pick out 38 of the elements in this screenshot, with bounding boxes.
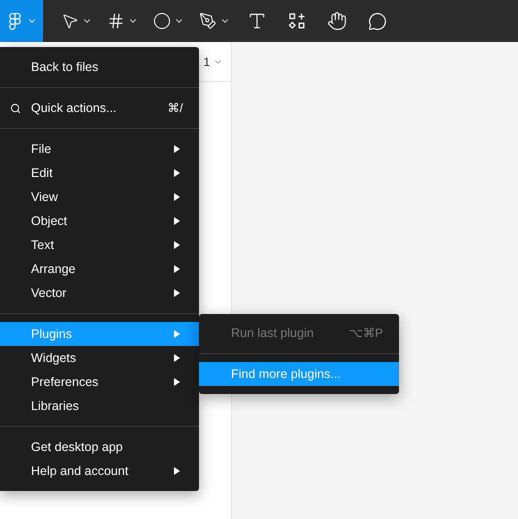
submenu-arrow-icon (174, 265, 180, 273)
menu-item[interactable]: Libraries (0, 394, 199, 418)
circle-icon (152, 12, 170, 30)
menu-item[interactable]: Preferences (0, 370, 199, 394)
menu-item[interactable]: Vector (0, 281, 199, 305)
menu-item[interactable]: Text (0, 233, 199, 257)
figma-logo-icon (6, 12, 24, 30)
submenu-arrow-icon (174, 289, 180, 297)
pen-icon (198, 12, 216, 30)
submenu-arrow-icon (174, 241, 180, 249)
submenu-arrow-icon (174, 169, 180, 177)
submenu-arrow-icon (174, 330, 180, 338)
page-label: 1 (203, 54, 210, 70)
menu-item[interactable]: Quick actions... ⌘/ (0, 96, 199, 120)
shortcut-label: ⌘/ (168, 100, 183, 117)
menu-item[interactable]: File (0, 137, 199, 161)
menu-item[interactable]: Edit (0, 161, 199, 185)
menu-item[interactable]: Get desktop app (0, 435, 199, 459)
search-icon (10, 102, 21, 114)
submenu-arrow-icon (174, 354, 180, 362)
submenu-arrow-icon (174, 193, 180, 201)
frame-icon (106, 12, 124, 30)
menu-item[interactable]: Back to files (0, 55, 199, 79)
pointer-icon (60, 12, 78, 30)
menu-item[interactable]: View (0, 185, 199, 209)
submenu-arrow-icon (174, 217, 180, 225)
shapes-icon (288, 12, 306, 30)
text-icon (247, 11, 267, 31)
submenu-arrow-icon (174, 145, 180, 153)
hand-icon (327, 11, 347, 31)
comment-icon (368, 12, 386, 30)
menu-item[interactable]: Help and account (0, 459, 199, 483)
menu-item[interactable]: Object (0, 209, 199, 233)
submenu-arrow-icon (174, 378, 180, 386)
submenu-arrow-icon (174, 467, 180, 475)
menu-item[interactable]: Arrange (0, 257, 199, 281)
menu-item[interactable]: Widgets (0, 346, 199, 370)
shortcut-label: ⌥⌘P (348, 325, 383, 342)
